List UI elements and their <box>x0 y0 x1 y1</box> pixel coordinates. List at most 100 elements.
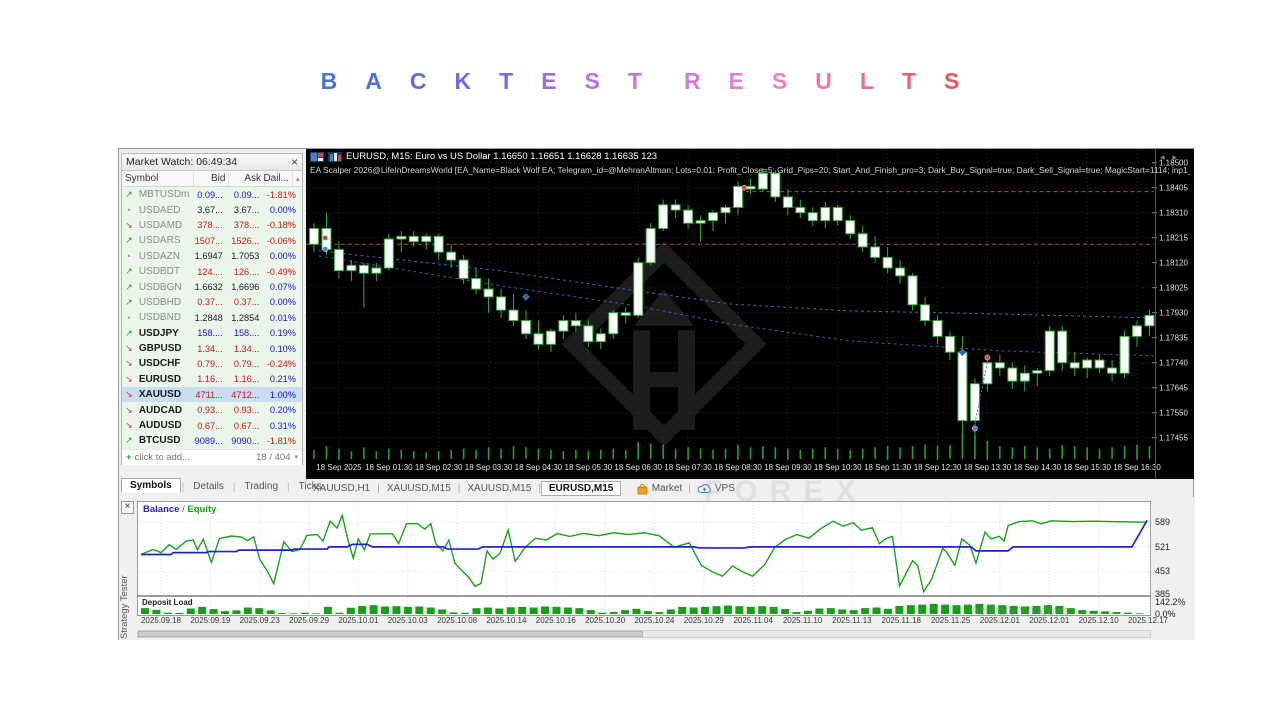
ask-value: 1.2854 <box>231 312 260 323</box>
down-arrow-icon: ↘ <box>125 373 133 384</box>
deposit-bar <box>678 606 687 614</box>
close-icon[interactable]: × <box>121 501 134 514</box>
column-header[interactable]: Bid <box>192 171 229 186</box>
price-axis-label: 1.18310 <box>1159 209 1188 218</box>
candle-body <box>570 320 581 327</box>
candle-body <box>994 362 1005 369</box>
candle-body <box>944 335 955 353</box>
candle-body <box>1094 359 1105 369</box>
mt5-window: Market Watch: 06:49:34 × Symbol Bid Ask Dai… <box>118 148 1195 640</box>
candlestick-chart[interactable]: 1.185001.184051.183101.182151.181201.180… <box>306 149 1194 479</box>
chart-tab-xauusd-h1[interactable]: XAUUSD,H1 <box>306 482 377 495</box>
column-header[interactable]: Dail... <box>263 171 292 186</box>
market-watch-row[interactable]: ↗ USDBDT 124.... 126.... -0.49% <box>122 263 302 280</box>
symbol-name: USDBND <box>138 312 182 324</box>
deposit-bar <box>163 612 172 614</box>
chart-tab-eurusd-m15[interactable]: EURUSD,M15 <box>540 480 622 496</box>
title-letter: T <box>499 68 514 94</box>
deposit-bar <box>712 606 721 614</box>
ask-value: 1.16... <box>233 374 260 385</box>
market-watch-row[interactable]: ↘ USDCHF 0.79... 0.79... -0.24% <box>122 356 302 372</box>
candle-body <box>433 235 444 253</box>
symbol-name: MBTUSDm <box>138 189 190 201</box>
down-arrow-icon: ↘ <box>125 219 133 230</box>
candle-body <box>508 309 519 322</box>
candle-body <box>383 238 394 269</box>
prev-tab-icon[interactable]: ◂ <box>1160 152 1173 162</box>
time-axis-label: 18 Sep 10:30 <box>814 463 862 472</box>
tab-scroll-arrows[interactable]: ◂▸ <box>1160 152 1185 163</box>
tab-trading[interactable]: Trading <box>236 480 286 493</box>
candle-body <box>633 262 644 316</box>
market-watch-row[interactable]: ↘ GBPUSD 1.34... 1.34... 0.10% <box>122 340 302 357</box>
candle-body <box>832 206 843 222</box>
market-watch-row[interactable]: • USDAZN 1.6947 1.7053 0.00% <box>122 248 302 264</box>
deposit-bar <box>952 605 961 614</box>
market-watch-row[interactable]: ↗ USDBGN 1.6632 1.6696 0.07% <box>122 279 302 295</box>
add-symbol-label[interactable]: click to add... <box>135 452 190 463</box>
scroll-up-icon[interactable]: ▴ <box>292 171 302 186</box>
horizontal-scrollbar[interactable] <box>137 630 1151 638</box>
candle-body <box>595 333 606 343</box>
chart-tab-xauusd-m15[interactable]: XAUUSD,M15 <box>380 482 458 495</box>
daily-change: -0.24% <box>266 358 296 369</box>
market-watch-row[interactable]: ↗ MBTUSDm 0.09... 0.09... -1.81% <box>122 187 302 203</box>
market-watch-row[interactable]: ↘ AUDUSD 0.67... 0.67... 0.31% <box>122 417 302 434</box>
deposit-bar <box>586 610 595 614</box>
candle-body <box>845 220 856 235</box>
deposit-bar <box>232 610 241 614</box>
vps-tab-label[interactable]: VPS <box>715 483 735 494</box>
next-tab-icon[interactable]: ▸ <box>1172 152 1185 162</box>
price-axis-label: 1.17930 <box>1159 309 1188 318</box>
deposit-bar <box>266 610 275 614</box>
candle-body <box>608 312 619 335</box>
one-click-trading-icon[interactable] <box>328 151 342 162</box>
vps-cloud-icon <box>697 484 711 493</box>
market-watch-row[interactable]: • USDAED 3.67... 3.67... 0.00% <box>122 202 302 218</box>
close-icon[interactable]: × <box>291 156 298 168</box>
vps-tab[interactable]: VPS <box>691 482 741 494</box>
tab-details[interactable]: Details <box>185 480 232 493</box>
candle-body <box>458 259 469 279</box>
market-watch-row[interactable]: ↗ USDARS 1507... 1526... -0.06% <box>122 233 302 249</box>
chart-panel[interactable]: 1.18500 1.18405 1.18310 1.18215 1.18120 1.180… <box>306 149 1194 479</box>
column-header[interactable]: Ask <box>228 171 264 186</box>
bid-value: 0.67... <box>197 420 223 431</box>
bid-value: 1.6632 <box>194 282 223 293</box>
strategy-tester-label[interactable]: Strategy Tester <box>119 521 135 639</box>
daily-change: 0.01% <box>269 312 296 323</box>
deposit-bar <box>1089 610 1098 614</box>
scroll-down-icon[interactable]: ▾ <box>294 453 298 461</box>
market-watch-row[interactable]: ↘ AUDCAD 0.93... 0.93... 0.20% <box>122 402 302 418</box>
price-axis-label: 1.17740 <box>1159 359 1188 368</box>
daily-change: 0.00% <box>269 251 296 262</box>
deposit-bar <box>906 605 915 614</box>
column-header[interactable]: Symbol <box>122 171 193 186</box>
tab-symbols[interactable]: Symbols <box>121 478 181 493</box>
candle-body <box>720 206 731 214</box>
chart-tab-xauusd-m15[interactable]: XAUUSD,M15 <box>460 482 538 495</box>
market-tab-label[interactable]: Market <box>652 483 683 494</box>
bid-value: 124.... <box>197 266 223 277</box>
deposit-bar <box>803 610 812 614</box>
date-label: 2025.09.19 <box>190 616 231 625</box>
depth-of-market-icon[interactable] <box>310 151 324 162</box>
market-tab[interactable]: Market <box>630 482 689 495</box>
candle-body <box>745 185 756 190</box>
symbol-name: USDBDT <box>138 266 180 278</box>
market-watch-row[interactable]: ↗ USDBHD 0.37... 0.37... 0.00% <box>122 294 302 311</box>
deposit-bar <box>769 606 778 614</box>
market-watch-row[interactable]: • USDBND 1.2848 1.2854 0.01% <box>122 310 302 326</box>
add-symbol-icon[interactable]: + <box>126 452 132 463</box>
market-watch-row[interactable]: ↗ USDJPY 158.... 158.... 0.19% <box>122 325 302 341</box>
market-watch-row[interactable]: ↘ XAUUSD 4711... 4712... 1.00% <box>122 387 302 403</box>
deposit-bar <box>369 605 378 614</box>
balance-equity-chart[interactable] <box>137 501 1151 596</box>
market-watch-row[interactable]: ↘ USDAMD 378.... 378.... -0.18% <box>122 217 302 234</box>
market-watch-row[interactable]: ↘ EURUSD 1.16... 1.16... 0.21% <box>122 371 302 388</box>
scrollbar-thumb[interactable] <box>138 631 643 637</box>
market-watch-panel: Market Watch: 06:49:34 × Symbol Bid Ask Dai… <box>121 153 303 465</box>
flat-arrow-icon: • <box>127 312 131 323</box>
bid-value: 1.16... <box>197 374 223 385</box>
market-watch-row[interactable]: ↗ BTCUSD 9089... 9090... -1.81% <box>122 433 302 449</box>
